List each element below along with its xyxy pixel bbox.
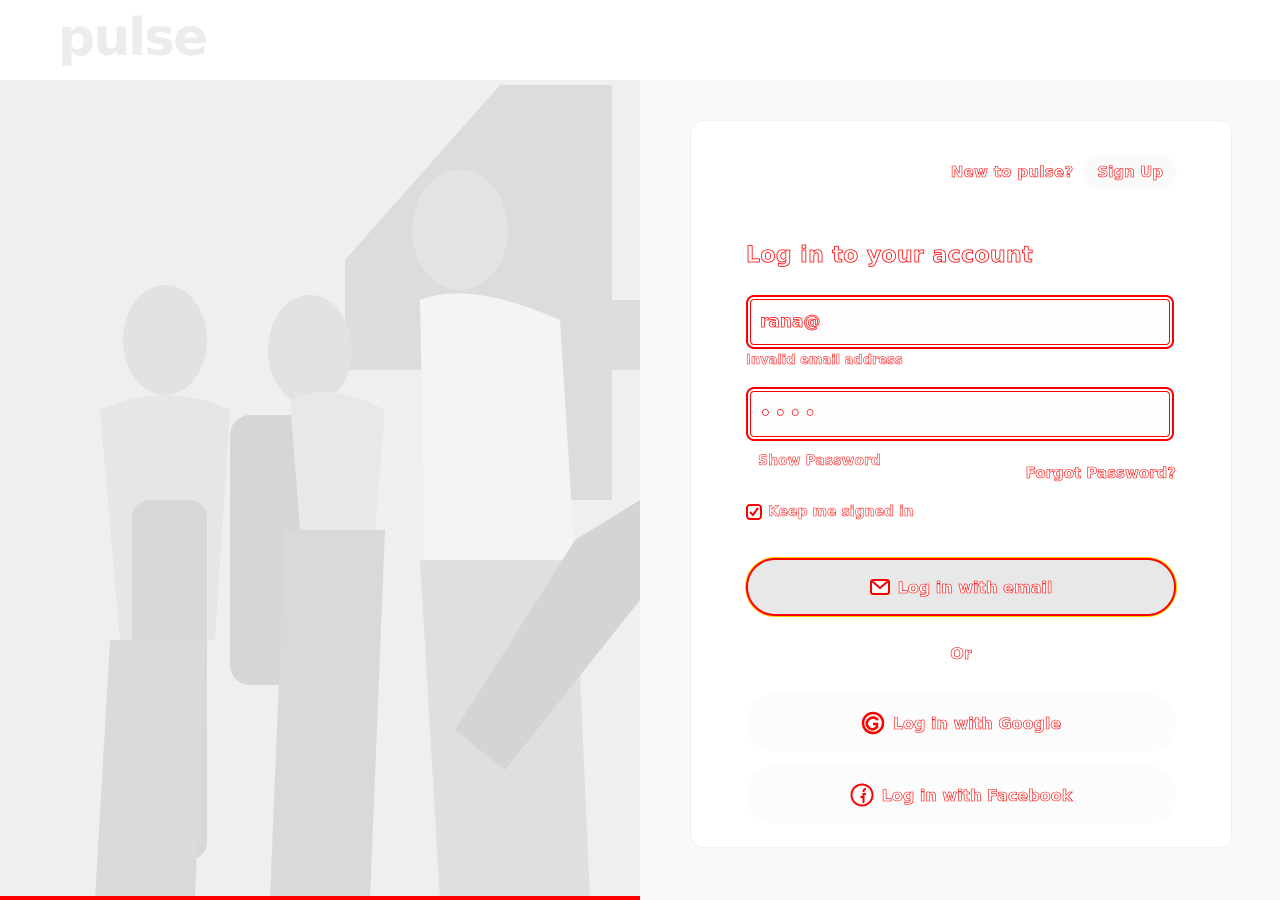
fitness-group-photo [0,80,640,900]
or-divider: Or [950,644,972,664]
signup-row: New to pulse? Sign Up [950,155,1177,189]
hero-image [0,80,640,900]
google-icon [861,711,885,735]
hero-bottom-border [0,896,640,900]
login-facebook-button[interactable]: Log in with Facebook [746,766,1176,824]
keep-signed-in-label: Keep me signed in [768,504,914,521]
login-google-label: Log in with Google [892,713,1062,733]
email-icon [869,578,890,596]
page-title: Log in to your account [746,243,1034,269]
login-email-label: Log in with email [897,577,1053,597]
checkmark-icon [749,507,759,517]
email-error-message: Invalid email address [746,353,903,369]
password-value: •••• [760,404,820,425]
login-card: New to pulse? Sign Up Log in to your acc… [690,120,1232,848]
signup-button[interactable]: Sign Up [1083,155,1177,189]
email-field[interactable]: rana@ [746,295,1174,349]
password-field[interactable]: •••• [746,387,1174,441]
forgot-password-link[interactable]: Forgot Password? [1025,464,1176,483]
keep-signed-in-checkbox[interactable] [746,504,762,520]
email-value: rana@ [760,312,821,333]
login-google-button[interactable]: Log in with Google [746,694,1176,752]
pulse-logo[interactable]: pulse [58,8,208,68]
facebook-icon [850,783,874,807]
login-email-button[interactable]: Log in with email [746,558,1176,616]
login-facebook-label: Log in with Facebook [881,785,1073,805]
signup-question: New to pulse? [950,163,1074,182]
keep-signed-in-row[interactable]: Keep me signed in [746,504,914,520]
login-panel: New to pulse? Sign Up Log in to your acc… [640,80,1280,900]
show-password-toggle[interactable]: Show Password [758,453,881,470]
